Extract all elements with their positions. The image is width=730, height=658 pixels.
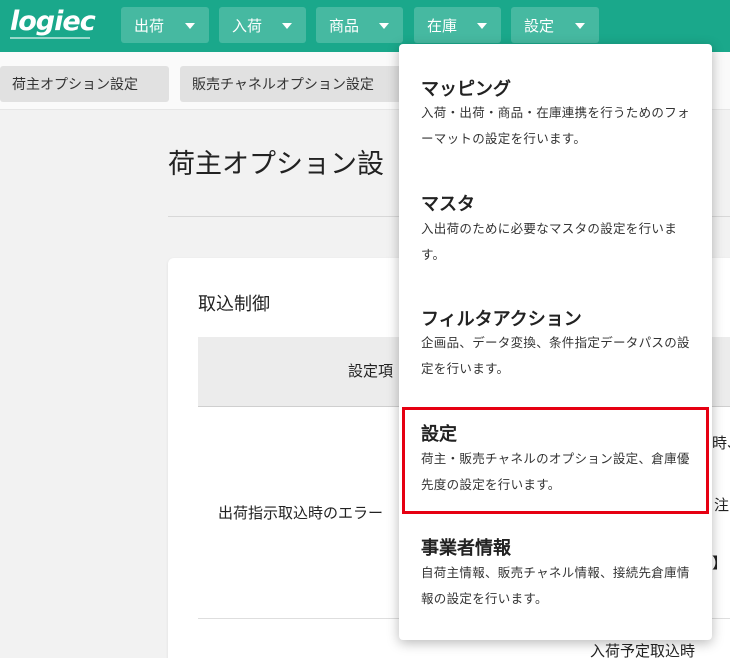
menu-item-master-title: マスタ — [421, 194, 475, 215]
menu-item-business-info-title: 事業者情報 — [421, 538, 511, 559]
menu-item-business-info-description: 自荷主情報、販売チャネル情報、接続先倉庫情報の設定を行います。 — [421, 565, 690, 606]
menu-item-master-description: 入出荷のために必要なマスタの設定を行います。 — [421, 221, 678, 262]
logiec-logo[interactable]: logiec — [10, 6, 96, 41]
page-title: 荷主オプション設 — [168, 149, 384, 180]
caret-down-icon — [185, 23, 195, 29]
menu-item-filter-action-description: 企画品、データ変換、条件指定データパスの設定を行います。 — [421, 335, 690, 376]
table-cell-partial: 】 — [712, 554, 728, 572]
table-row-receiving-label: 入荷予定取込時 — [590, 642, 696, 658]
menu-item-filter-action-title: フィルタアクション — [421, 309, 582, 330]
tab-sales-channel-options[interactable]: 販売チャネルオプション設定 — [180, 66, 402, 102]
tab-sales-channel-options-label: 販売チャネルオプション設定 — [192, 77, 374, 93]
menu-item-master[interactable]: マスタ 入出荷のために必要なマスタの設定を行います。 — [399, 166, 712, 282]
table-row-shipping-error-label: 出荷指示取込時のエラー — [218, 504, 384, 522]
menu-item-mapping-title: マッピング — [421, 79, 511, 100]
caret-down-icon — [379, 23, 389, 29]
tab-shipper-options-label: 荷主オプション設定 — [12, 77, 138, 93]
menu-item-filter-action[interactable]: フィルタアクション 企画品、データ変換、条件指定データパスの設定を行います。 — [399, 282, 712, 400]
table-header-setting-item: 設定項 — [348, 362, 394, 380]
nav-shipping-button[interactable]: 出荷 — [121, 7, 209, 43]
settings-dropdown-menu: マッピング 入荷・出荷・商品・在庫連携を行うためのフォーマットの設定を行います。… — [399, 44, 712, 640]
tab-shipper-options[interactable]: 荷主オプション設定 — [0, 66, 169, 102]
nav-shipping-label: 出荷 — [134, 16, 165, 35]
nav-products-button[interactable]: 商品 — [316, 7, 403, 43]
menu-item-business-info[interactable]: 事業者情報 自荷主情報、販売チャネル情報、接続先倉庫情報の設定を行います。 — [399, 524, 712, 640]
nav-settings-label: 設定 — [524, 16, 555, 35]
nav-inventory-button[interactable]: 在庫 — [414, 7, 501, 43]
nav-inventory-label: 在庫 — [427, 16, 458, 35]
menu-item-settings-description: 荷主・販売チャネルのオプション設定、倉庫優先度の設定を行います。 — [421, 451, 690, 492]
table-cell-partial: 注 — [714, 496, 730, 514]
logo-underline — [10, 37, 90, 39]
nav-receiving-label: 入荷 — [232, 16, 263, 35]
caret-down-icon — [477, 23, 487, 29]
nav-settings-button[interactable]: 設定 — [511, 7, 599, 43]
caret-down-icon — [282, 23, 292, 29]
section-title: 取込制御 — [198, 294, 270, 315]
menu-item-mapping[interactable]: マッピング 入荷・出荷・商品・在庫連携を行うためのフォーマットの設定を行います。 — [399, 44, 712, 166]
menu-item-mapping-description: 入荷・出荷・商品・在庫連携を行うためのフォーマットの設定を行います。 — [421, 105, 690, 146]
menu-item-settings[interactable]: 設定 荷主・販売チャネルのオプション設定、倉庫優先度の設定を行います。 — [399, 410, 712, 514]
table-cell-partial: 時、 — [712, 434, 730, 452]
menu-item-settings-title: 設定 — [421, 424, 457, 445]
caret-down-icon — [575, 23, 585, 29]
logo-text: logiec — [10, 6, 96, 37]
nav-products-label: 商品 — [329, 16, 360, 35]
nav-receiving-button[interactable]: 入荷 — [219, 7, 306, 43]
